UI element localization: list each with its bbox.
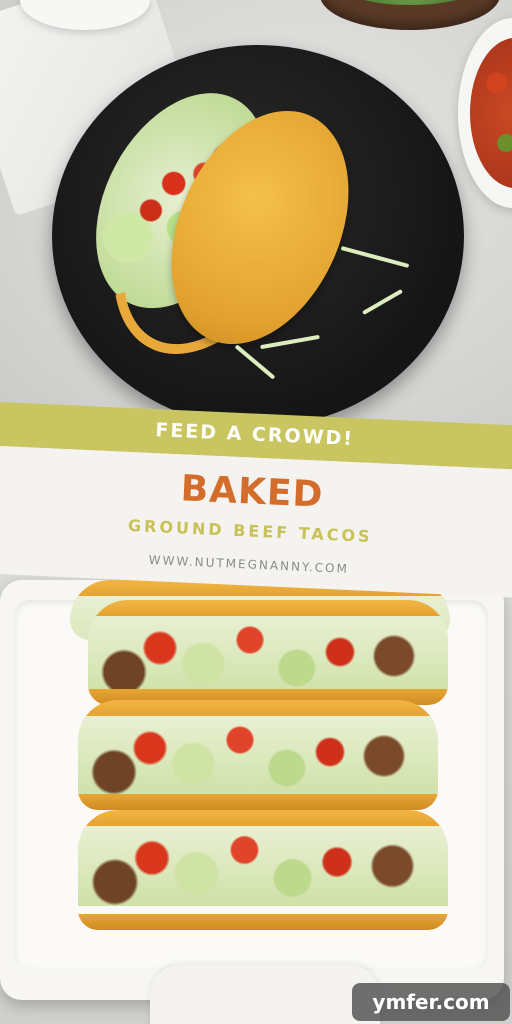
baked-taco [78, 810, 448, 930]
photo-tacos-on-plate [0, 0, 512, 430]
taco-filling [78, 716, 438, 796]
baked-taco [88, 600, 448, 705]
recipe-banner: FEED A CROWD! BAKED GROUND BEEF TACOS WW… [0, 400, 512, 611]
taco-filling [88, 616, 448, 696]
photo-tacos-in-dish [0, 560, 512, 1024]
taco-filling [78, 826, 448, 906]
dish-handle [150, 965, 380, 1024]
watermark: ymfer.com [352, 983, 510, 1021]
taco-shell-bottom [78, 794, 438, 810]
baked-taco [78, 700, 438, 810]
taco-shell-bottom [78, 914, 448, 930]
